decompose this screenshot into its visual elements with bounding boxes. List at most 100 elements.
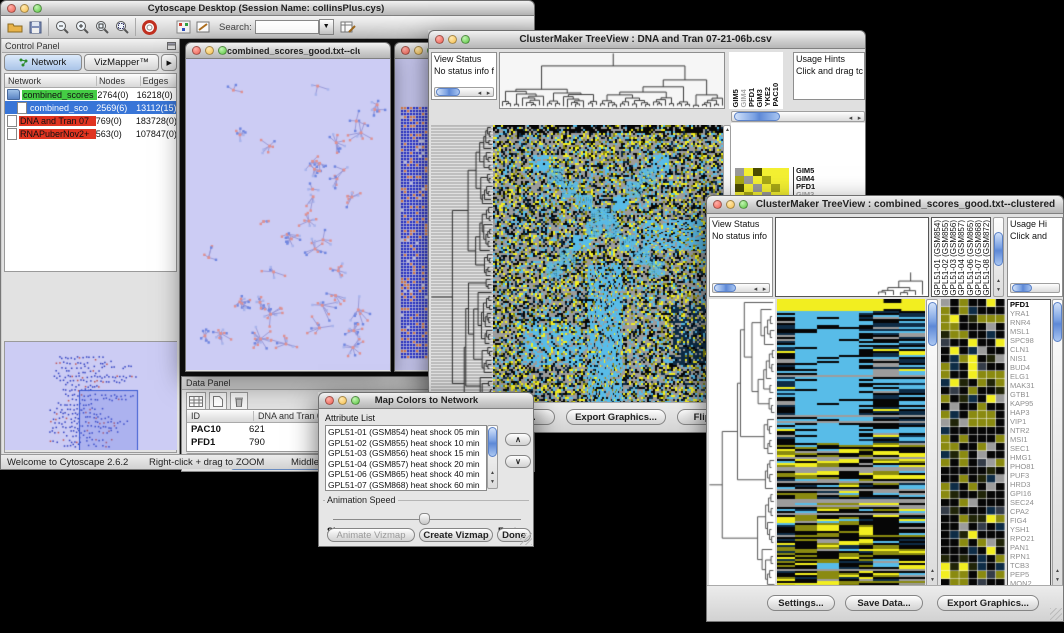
slider-thumb[interactable] xyxy=(419,513,430,525)
minimize-button[interactable] xyxy=(414,46,423,55)
attribute-item[interactable]: GPL51-01 (GSM854) heat shock 05 min xyxy=(328,427,484,438)
scroll-thumb[interactable] xyxy=(488,427,497,457)
zoom-button[interactable] xyxy=(739,200,748,209)
matrix-cell[interactable] xyxy=(753,184,762,192)
matrix-cell[interactable] xyxy=(735,176,744,184)
scroll-up-icon[interactable]: ▲ xyxy=(928,567,937,576)
gene-label[interactable]: NIS1 xyxy=(1008,354,1050,363)
network-table-row[interactable]: combined_scores2764(0)16218(0) xyxy=(5,88,176,101)
move-up-button[interactable]: ∧ xyxy=(505,433,531,446)
gene-label[interactable]: MSL1 xyxy=(1008,327,1050,336)
matrix-cell[interactable] xyxy=(762,184,771,192)
scroll-left-icon[interactable]: ◂ xyxy=(475,89,484,98)
gene-labels-vscrollbar[interactable]: ▲ ▼ xyxy=(1052,299,1063,587)
array-label[interactable]: GIM3 xyxy=(755,89,763,107)
gene-label[interactable]: PEP5 xyxy=(1008,570,1050,579)
minimize-button[interactable] xyxy=(338,396,347,405)
network-table-row[interactable]: RNAPuberNov2+563(0)107847(0) xyxy=(5,127,176,140)
annotation-icon[interactable] xyxy=(193,18,213,36)
close-button[interactable] xyxy=(713,200,722,209)
scroll-left-icon[interactable]: ◂ xyxy=(846,114,855,123)
matrix-cell[interactable] xyxy=(744,184,753,192)
matrix-cell[interactable] xyxy=(771,168,780,176)
minimize-button[interactable] xyxy=(205,46,214,55)
close-button[interactable] xyxy=(325,396,334,405)
gene-label[interactable]: RPO21 xyxy=(1008,534,1050,543)
zoom-button[interactable] xyxy=(33,4,42,13)
gene-label[interactable]: PHO81 xyxy=(1008,462,1050,471)
array-label[interactable]: GPL51-04 (GSM857) xyxy=(957,220,965,296)
attribute-item[interactable]: GPL51-04 (GSM857) heat shock 20 min xyxy=(328,459,484,470)
more-tabs-button[interactable]: ▶ xyxy=(161,54,177,71)
array-label[interactable]: PFD1 xyxy=(747,88,755,107)
attribute-item[interactable]: GPL51-06 (GSM865) heat shock 40 min xyxy=(328,469,484,480)
matrix-cell[interactable] xyxy=(771,176,780,184)
row-dendrogram-canvas[interactable] xyxy=(431,125,493,421)
attribute-item[interactable]: GPL51-07 (GSM868) heat shock 60 min xyxy=(328,480,484,491)
gene-label[interactable]: SPC98 xyxy=(1008,336,1050,345)
zoom-hscrollbar[interactable]: ◂ ▸ xyxy=(731,111,865,122)
array-label[interactable]: YKE2 xyxy=(763,87,771,107)
gene-label[interactable]: CPA2 xyxy=(1008,507,1050,516)
gene-label[interactable]: KAP95 xyxy=(1008,399,1050,408)
matrix-cell[interactable] xyxy=(780,176,789,184)
gene-label[interactable]: PFD1 xyxy=(1008,300,1050,309)
array-label[interactable]: GPL51-01 (GSM854) xyxy=(933,220,941,296)
search-input[interactable] xyxy=(255,20,319,34)
create-vizmap-button[interactable]: Create Vizmap xyxy=(419,528,493,542)
tab-network[interactable]: Network xyxy=(4,54,82,71)
animation-speed-slider[interactable] xyxy=(333,513,521,525)
close-button[interactable] xyxy=(435,35,444,44)
float-panel-icon[interactable] xyxy=(167,37,176,55)
gene-label[interactable]: YRA1 xyxy=(1008,309,1050,318)
array-labels-vscrollbar[interactable]: ▲ ▼ xyxy=(993,217,1004,297)
close-button[interactable] xyxy=(401,46,410,55)
minimize-button[interactable] xyxy=(448,35,457,44)
zoom-in-icon[interactable] xyxy=(72,18,92,36)
array-label[interactable]: GPL51-07 (GSM868) xyxy=(974,220,982,296)
save-data-button[interactable]: Save Data... xyxy=(845,595,923,611)
scroll-right-icon[interactable]: ▸ xyxy=(760,285,769,294)
array-label[interactable]: GIM4 xyxy=(739,89,747,107)
scroll-down-icon[interactable]: ▼ xyxy=(928,576,937,585)
scroll-down-icon[interactable]: ▼ xyxy=(994,286,1003,295)
close-button[interactable] xyxy=(7,4,16,13)
gene-label[interactable]: GPI16 xyxy=(1008,489,1050,498)
scroll-thumb[interactable] xyxy=(1012,284,1032,292)
column-dendrogram-canvas[interactable] xyxy=(874,272,926,296)
matrix-cell[interactable] xyxy=(780,168,789,176)
settings-button[interactable]: Settings... xyxy=(767,595,835,611)
scroll-up-icon[interactable]: ▲ xyxy=(488,469,497,478)
matrix-cell[interactable] xyxy=(762,168,771,176)
matrix-cell[interactable] xyxy=(753,176,762,184)
gene-label[interactable]: PAN1 xyxy=(1008,543,1050,552)
zoom-button[interactable] xyxy=(461,35,470,44)
animate-vizmap-button[interactable]: Animate Vizmap xyxy=(327,528,415,542)
gene-label[interactable]: CLN1 xyxy=(1008,345,1050,354)
gene-label[interactable]: BUD4 xyxy=(1008,363,1050,372)
matrix-cell[interactable] xyxy=(735,168,744,176)
global-heatmap-canvas[interactable] xyxy=(777,299,925,587)
zoom-out-icon[interactable] xyxy=(52,18,72,36)
column-dendrogram-canvas[interactable] xyxy=(500,53,724,108)
row-dendrogram-canvas[interactable] xyxy=(709,299,775,587)
scroll-right-icon[interactable]: ▸ xyxy=(484,89,493,98)
matrix-cell[interactable] xyxy=(753,168,762,176)
zoom-selected-icon[interactable] xyxy=(92,18,112,36)
gene-label[interactable]: HMG1 xyxy=(1008,453,1050,462)
gene-label[interactable]: VIP1 xyxy=(1008,417,1050,426)
array-label[interactable]: GPL51-06 (GSM865) xyxy=(966,220,974,296)
zoom-heatmap-canvas[interactable] xyxy=(941,299,1005,587)
gene-label[interactable]: MAK31 xyxy=(1008,381,1050,390)
close-button[interactable] xyxy=(192,46,201,55)
array-label[interactable]: GIM5 xyxy=(731,89,739,107)
gene-label[interactable]: MSI1 xyxy=(1008,435,1050,444)
attribute-item[interactable]: GPL51-02 (GSM855) heat shock 10 min xyxy=(328,438,484,449)
matrix-cell[interactable] xyxy=(780,184,789,192)
array-label[interactable]: PAC10 xyxy=(771,83,779,107)
scroll-thumb[interactable] xyxy=(436,88,460,96)
gene-label[interactable]: RNR4 xyxy=(1008,318,1050,327)
matrix-cell[interactable] xyxy=(744,168,753,176)
resize-grip[interactable] xyxy=(520,533,532,545)
move-down-button[interactable]: ∨ xyxy=(505,455,531,468)
